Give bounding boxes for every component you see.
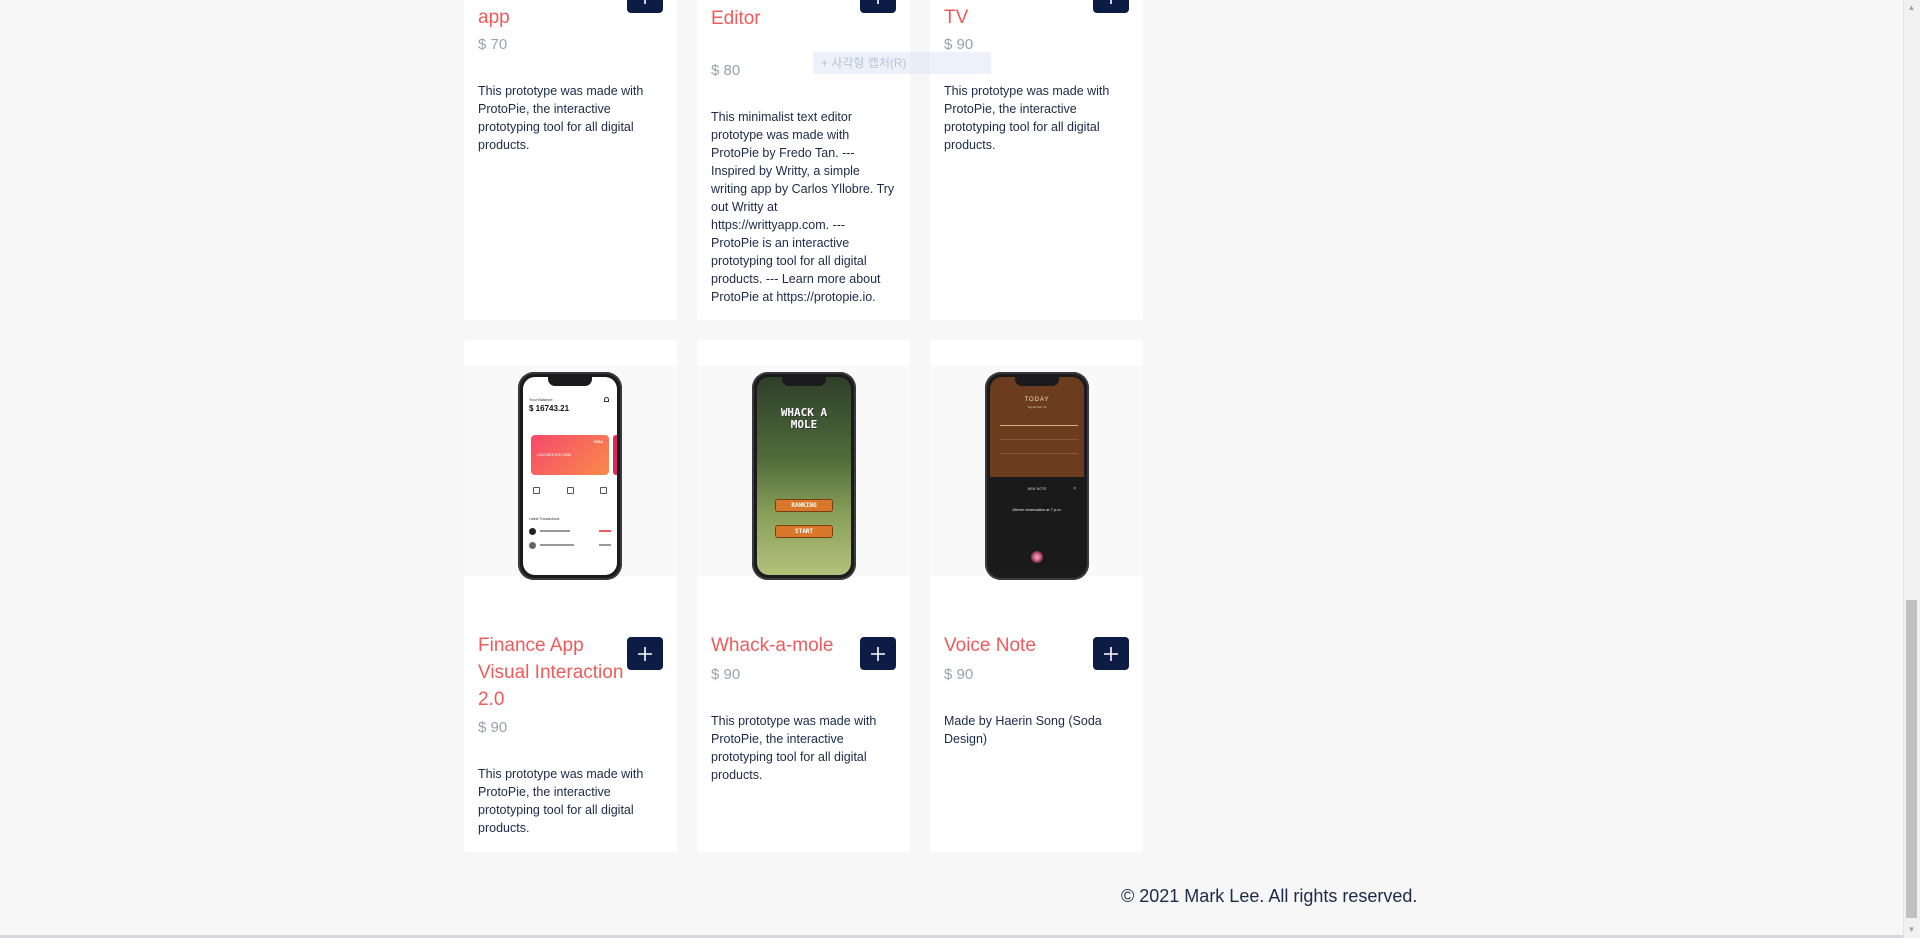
close-icon: ×: [1073, 486, 1076, 492]
note-text: Dinner reservation at 7 p.m.: [1012, 507, 1062, 512]
phone-screen: TODAY September 15 NEW NOTE × Dinner res…: [990, 377, 1084, 575]
plus-icon: [638, 646, 652, 661]
page-scrollbar[interactable]: ▲ ▼: [1903, 0, 1920, 938]
today-heading: TODAY: [1024, 397, 1050, 403]
product-title[interactable]: app: [478, 4, 628, 31]
product-description: Made by Haerin Song (Soda Design): [944, 714, 1102, 746]
balance-value: $ 16743.21: [529, 404, 570, 413]
plus-icon: [871, 646, 885, 661]
add-button[interactable]: [1093, 0, 1129, 13]
logo-line-2: MOLE: [790, 418, 818, 431]
card-brand: VISA: [593, 439, 603, 444]
product-image[interactable]: TODAY September 15 NEW NOTE × Dinner res…: [930, 366, 1143, 580]
product-description: This prototype was made with ProtoPie, t…: [944, 84, 1110, 152]
product-card-top-3[interactable]: TV $ 90 This prototype was made with Pro…: [930, 0, 1143, 320]
balance-label: Your Balance: [529, 397, 553, 402]
product-card-voice-note[interactable]: TODAY September 15 NEW NOTE × Dinner res…: [930, 340, 1143, 852]
product-title[interactable]: Whack-a-mole: [711, 632, 861, 659]
phone-mockup: WHACK A MOLE RANKING START: [752, 372, 856, 580]
timeline-line: [1000, 453, 1078, 454]
add-button[interactable]: [627, 0, 663, 13]
phone-notch: [548, 377, 592, 386]
product-title[interactable]: Finance App Visual Interaction 2.0: [478, 632, 628, 713]
timeline-line: [1000, 439, 1078, 440]
card-number: 1234 5678 9012 3456: [537, 453, 572, 457]
timeline-panel: TODAY September 15: [990, 377, 1084, 477]
ranking-button: RANKING: [775, 499, 833, 512]
plus-icon: [1104, 646, 1118, 661]
transaction-row: [529, 527, 611, 535]
add-button[interactable]: [860, 0, 896, 13]
product-title[interactable]: TV: [944, 4, 1094, 31]
product-title[interactable]: Minimalist Text Editor: [711, 0, 861, 32]
phone-screen: WHACK A MOLE RANKING START: [757, 377, 851, 575]
product-card-finance[interactable]: Your Balance $ 16743.21 VISA 1234 5678 9…: [464, 340, 677, 852]
product-image[interactable]: Your Balance $ 16743.21 VISA 1234 5678 9…: [464, 366, 677, 580]
plus-icon: [1110, 0, 1112, 4]
capture-tooltip: + 사각형 캡처(R): [813, 52, 991, 74]
product-price: $ 90: [711, 666, 741, 683]
add-button[interactable]: [627, 637, 663, 670]
credit-card-peek: [613, 435, 617, 475]
product-title[interactable]: Voice Note: [944, 632, 1094, 659]
transaction-row: [529, 541, 611, 549]
phone-screen: Your Balance $ 16743.21 VISA 1234 5678 9…: [523, 377, 617, 575]
product-card-top-1[interactable]: app $ 70 This prototype was made with Pr…: [464, 0, 677, 320]
transactions-heading: Latest Transactions: [529, 517, 560, 521]
scroll-down-arrow-icon[interactable]: ▼: [1906, 924, 1917, 936]
product-description: This prototype was made with ProtoPie, t…: [478, 767, 644, 835]
phone-notch: [1015, 377, 1059, 386]
phone-mockup: TODAY September 15 NEW NOTE × Dinner res…: [985, 372, 1089, 580]
product-price: $ 90: [944, 666, 974, 683]
phone-notch: [782, 377, 826, 386]
credit-card: VISA 1234 5678 9012 3456: [531, 435, 609, 475]
plus-icon: [877, 0, 879, 4]
start-button: START: [775, 525, 833, 538]
date-label: September 15: [1027, 405, 1047, 409]
bell-icon: [604, 397, 609, 402]
add-button[interactable]: [1093, 637, 1129, 670]
scroll-up-arrow-icon[interactable]: ▲: [1906, 2, 1917, 14]
add-button[interactable]: [860, 637, 896, 670]
game-logo: WHACK A MOLE: [757, 407, 851, 431]
scrollbar-thumb[interactable]: [1906, 600, 1917, 918]
product-description: This prototype was made with ProtoPie, t…: [478, 84, 644, 152]
product-price: $ 80: [711, 62, 741, 79]
footer-copyright: © 2021 Mark Lee. All rights reserved.: [1121, 886, 1418, 906]
product-price: $ 90: [478, 719, 508, 736]
phone-mockup: Your Balance $ 16743.21 VISA 1234 5678 9…: [518, 372, 622, 580]
action-icons: [533, 487, 607, 497]
product-price: $ 70: [478, 36, 508, 53]
new-note-label: NEW NOTE: [1027, 487, 1047, 491]
product-description: This prototype was made with ProtoPie, t…: [711, 714, 877, 782]
plus-icon: [644, 0, 646, 4]
product-image[interactable]: WHACK A MOLE RANKING START: [697, 366, 910, 580]
product-card-whack-a-mole[interactable]: WHACK A MOLE RANKING START Whack-a-mole …: [697, 340, 910, 852]
product-card-top-2[interactable]: Minimalist Text Editor $ 80 This minimal…: [697, 0, 910, 320]
product-description: This minimalist text editor prototype wa…: [711, 110, 895, 304]
record-icon: [1031, 551, 1043, 563]
timeline-line: [1000, 425, 1078, 426]
